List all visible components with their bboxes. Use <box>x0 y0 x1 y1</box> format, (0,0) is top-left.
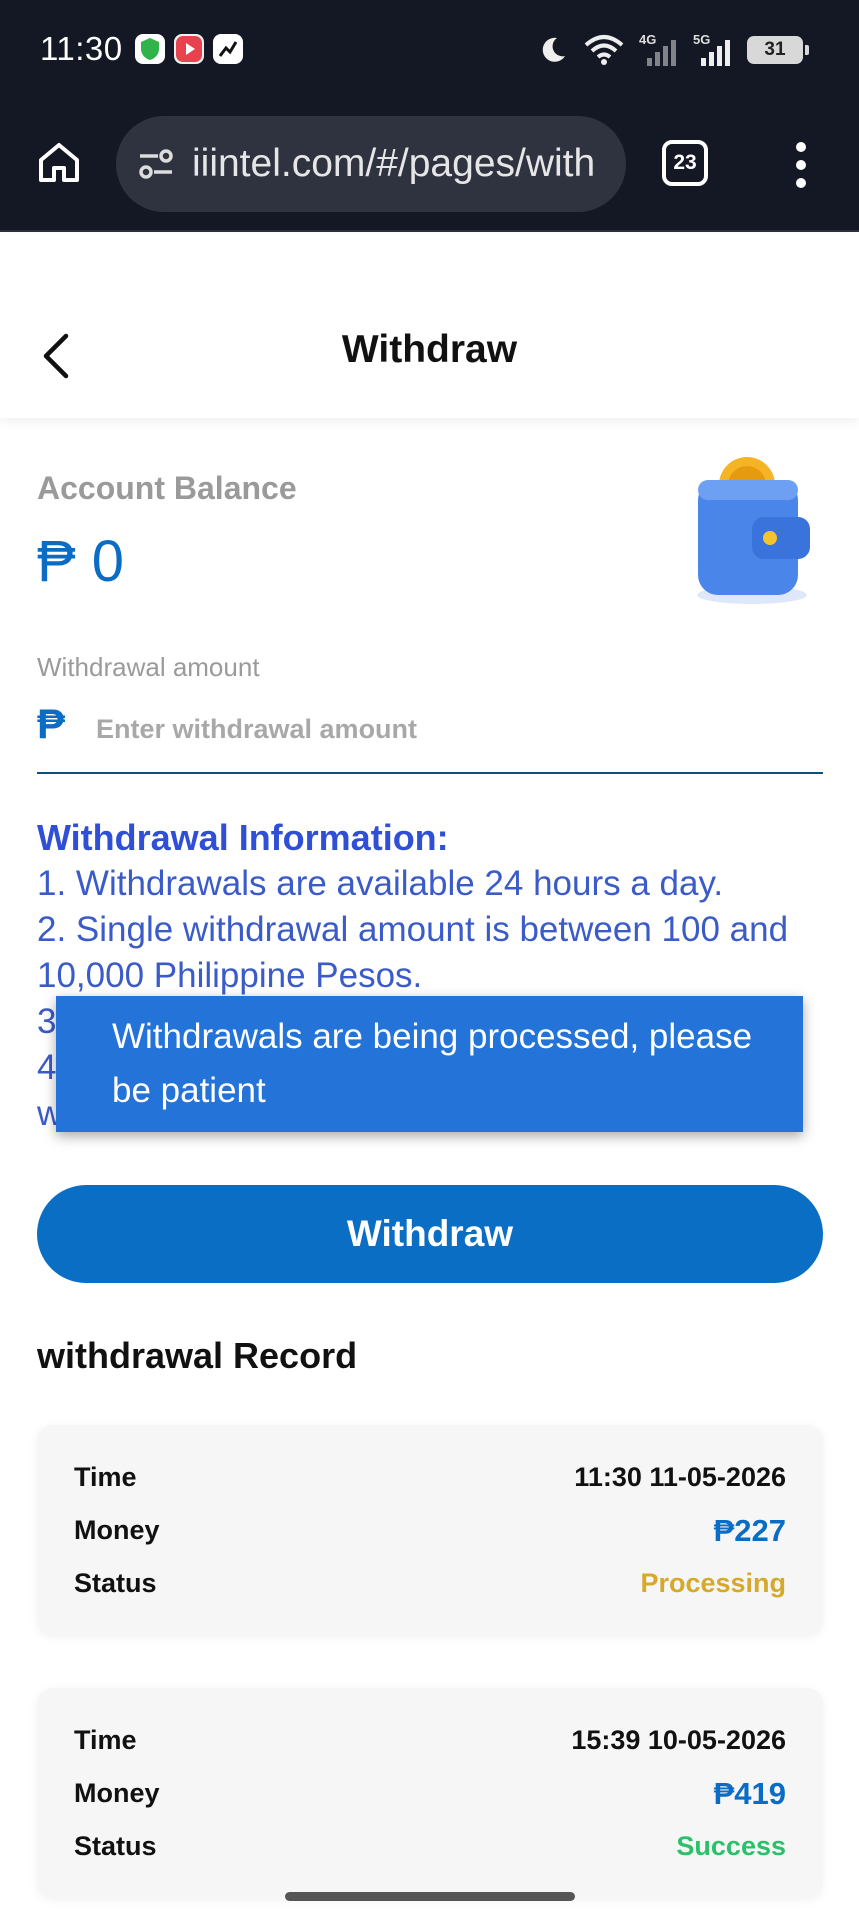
page-title: Withdraw <box>341 328 518 371</box>
withdrawal-amount-label: Withdrawal amount <box>37 652 260 682</box>
info-title: Withdrawal Information: <box>37 817 449 858</box>
toast-message: Withdrawals are being processed, please … <box>56 996 803 1132</box>
withdrawal-record-title: withdrawal Record <box>37 1335 358 1376</box>
record-row-money: Money ₱419 <box>74 1767 786 1820</box>
record-time: 11:30 11-05-2026 <box>574 1462 786 1492</box>
status-time: 11:30 <box>40 30 123 67</box>
battery-icon: 31 <box>747 36 809 64</box>
info-line: 1. Withdrawals are available 24 hours a … <box>37 864 724 903</box>
input-underline <box>37 772 823 774</box>
home-icon <box>39 143 79 182</box>
url-text[interactable]: iiintel.com/#/pages/with <box>192 142 595 186</box>
tab-switcher-button[interactable]: 23 <box>662 140 708 186</box>
site-settings-icon[interactable] <box>136 144 176 184</box>
url-bar[interactable]: iiintel.com/#/pages/with <box>116 116 626 212</box>
info-line: 2. Single withdrawal amount is between 1… <box>37 910 789 995</box>
record-money: ₱227 <box>713 1512 786 1548</box>
record-status: Processing <box>640 1568 786 1598</box>
record-card: Time 15:39 10-05-2026 Money ₱419 Status … <box>37 1688 823 1898</box>
field-label: Time <box>74 1725 137 1755</box>
wallet-icon <box>697 457 810 604</box>
home-indicator[interactable] <box>285 1892 575 1901</box>
balance-value: ₱ 0 <box>37 529 125 594</box>
status-bar: 11:30 4G 5G 31 <box>0 0 859 102</box>
page-header: Withdraw <box>0 234 859 418</box>
record-time: 15:39 10-05-2026 <box>571 1725 786 1755</box>
balance-label: Account Balance <box>37 470 297 506</box>
home-button[interactable] <box>34 137 84 187</box>
status-icons: 4G 5G 31 <box>537 28 809 72</box>
record-row-money: Money ₱227 <box>74 1504 786 1557</box>
record-row-time: Time 15:39 10-05-2026 <box>74 1714 786 1767</box>
browser-toolbar: iiintel.com/#/pages/with 23 <box>0 102 859 232</box>
youtube-app-icon <box>174 34 204 64</box>
more-vertical-icon <box>796 142 806 152</box>
do-not-disturb-moon-icon <box>542 37 565 62</box>
record-row-time: Time 11:30 11-05-2026 <box>74 1451 786 1504</box>
currency-symbol: ₱ <box>37 700 66 747</box>
field-label: Time <box>74 1462 137 1492</box>
cellular-signal-4g-icon: 4G <box>639 32 679 68</box>
field-label: Status <box>74 1568 157 1598</box>
trading-app-icon <box>213 34 243 64</box>
battery-level: 31 <box>764 39 786 60</box>
withdraw-button[interactable]: Withdraw <box>37 1185 823 1283</box>
field-label: Money <box>74 1515 160 1545</box>
browser-menu-button[interactable] <box>780 140 822 190</box>
record-status: Success <box>676 1831 786 1861</box>
field-label: Status <box>74 1831 157 1861</box>
wifi-icon <box>584 35 624 65</box>
shield-app-icon <box>135 34 165 64</box>
tab-count: 23 <box>673 151 697 174</box>
record-money: ₱419 <box>713 1775 786 1811</box>
record-row-status: Status Processing <box>74 1557 786 1610</box>
field-label: Money <box>74 1778 160 1808</box>
withdrawal-amount-input[interactable] <box>96 704 816 754</box>
record-row-status: Status Success <box>74 1820 786 1873</box>
cellular-signal-5g-icon: 5G <box>693 32 733 68</box>
record-card: Time 11:30 11-05-2026 Money ₱227 Status … <box>37 1425 823 1635</box>
